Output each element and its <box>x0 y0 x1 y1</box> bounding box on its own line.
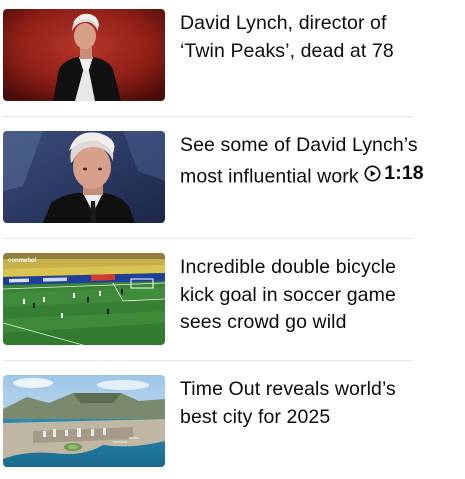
conmebol-watermark: conmebol <box>8 258 37 264</box>
video-duration: 1:18 <box>384 161 424 184</box>
divider <box>3 116 413 117</box>
play-circle-icon <box>364 165 381 182</box>
article-headline[interactable]: David Lynch, director of ‘Twin Peaks’, d… <box>180 10 428 65</box>
divider <box>3 238 413 239</box>
soccer-stadium-image: conmebol <box>3 253 165 345</box>
article-thumbnail[interactable]: conmebol <box>3 253 165 345</box>
article-headline[interactable]: See some of David Lynch’s most influenti… <box>180 132 428 190</box>
article-card-4[interactable]: Time Out reveals world’s best city for 2… <box>3 375 423 467</box>
article-card-1[interactable]: David Lynch, director of ‘Twin Peaks’, d… <box>3 9 423 101</box>
article-card-3[interactable]: conmebol Incredible double bicycle kick … <box>3 253 423 345</box>
article-headline[interactable]: Incredible double bicycle kick goal in s… <box>180 254 428 337</box>
divider <box>3 360 413 361</box>
article-list: David Lynch, director of ‘Twin Peaks’, d… <box>0 0 465 479</box>
portrait-gray-hair-image <box>3 131 165 223</box>
portrait-red-image <box>3 9 165 101</box>
video-badge[interactable]: 1:18 <box>364 160 424 188</box>
article-thumbnail[interactable] <box>3 9 165 101</box>
article-thumbnail[interactable] <box>3 375 165 467</box>
article-headline[interactable]: Time Out reveals world’s best city for 2… <box>180 376 428 431</box>
article-card-2[interactable]: See some of David Lynch’s most influenti… <box>3 131 424 223</box>
article-thumbnail[interactable] <box>3 131 165 223</box>
coastal-city-image <box>3 375 165 467</box>
